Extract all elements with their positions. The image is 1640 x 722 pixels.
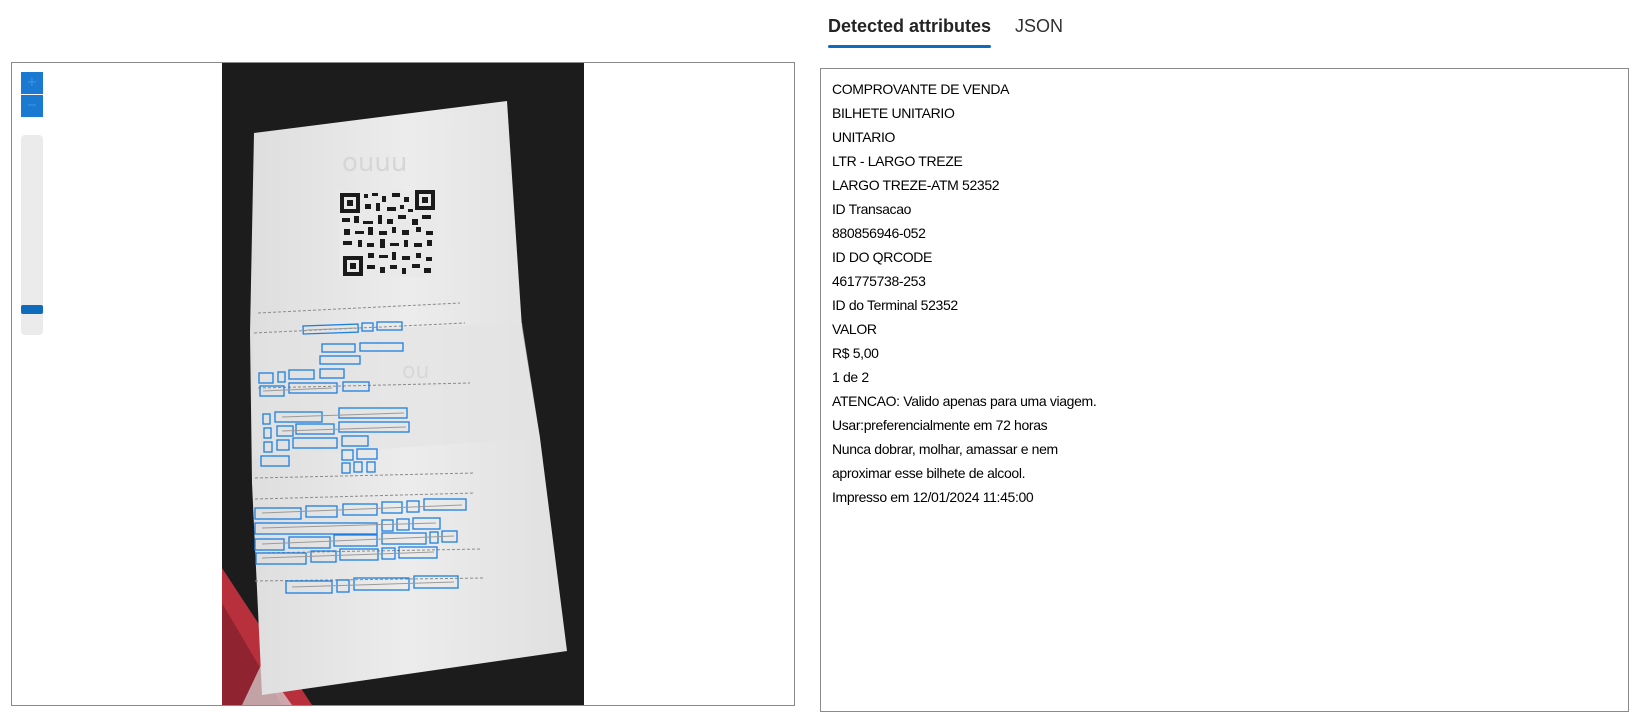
zoom-out-button[interactable]: − [21, 95, 43, 117]
attribute-line: LARGO TREZE-ATM 52352 [832, 177, 1000, 193]
svg-text:ouuu: ouuu [342, 148, 407, 178]
attribute-line: R$ 5,00 [832, 345, 879, 361]
zoom-slider-thumb[interactable] [21, 305, 43, 314]
attribute-line: ID Transacao [832, 201, 912, 217]
attribute-line: Usar:preferencialmente em 72 horas [832, 417, 1048, 433]
attribute-line: 880856946-052 [832, 225, 926, 241]
attribute-line: VALOR [832, 321, 877, 337]
attribute-line: ID do Terminal 52352 [832, 297, 958, 313]
zoom-in-button[interactable]: + [21, 72, 43, 94]
attribute-line: UNITARIO [832, 129, 896, 145]
attribute-line: 461775738-253 [832, 273, 926, 289]
attribute-line: LTR - LARGO TREZE [832, 153, 963, 169]
attribute-line: ATENCAO: Valido apenas para uma viagem. [832, 393, 1097, 409]
detected-attributes-panel[interactable]: COMPROVANTE DE VENDA BILHETE UNITARIO UN… [820, 68, 1629, 712]
tab-json[interactable]: JSON [1015, 0, 1063, 48]
attribute-line: aproximar esse bilhete de alcool. [832, 465, 1026, 481]
result-tabs: Detected attributes JSON [828, 0, 1063, 50]
document-viewer[interactable]: ouuu ou + − [11, 62, 795, 706]
receipt-image: ouuu ou [222, 63, 584, 705]
zoom-slider[interactable] [21, 135, 43, 335]
svg-text:ou: ou [402, 359, 429, 384]
receipt-photo: ouuu ou [222, 63, 584, 705]
attribute-line: ID DO QRCODE [832, 249, 933, 265]
attribute-line: 1 de 2 [832, 369, 869, 385]
attribute-line: BILHETE UNITARIO [832, 105, 955, 121]
attribute-line: Nunca dobrar, molhar, amassar e nem [832, 441, 1058, 457]
attribute-line: Impresso em 12/01/2024 11:45:00 [832, 489, 1034, 505]
tab-detected-attributes[interactable]: Detected attributes [828, 0, 992, 48]
attribute-line: COMPROVANTE DE VENDA [832, 81, 1010, 97]
